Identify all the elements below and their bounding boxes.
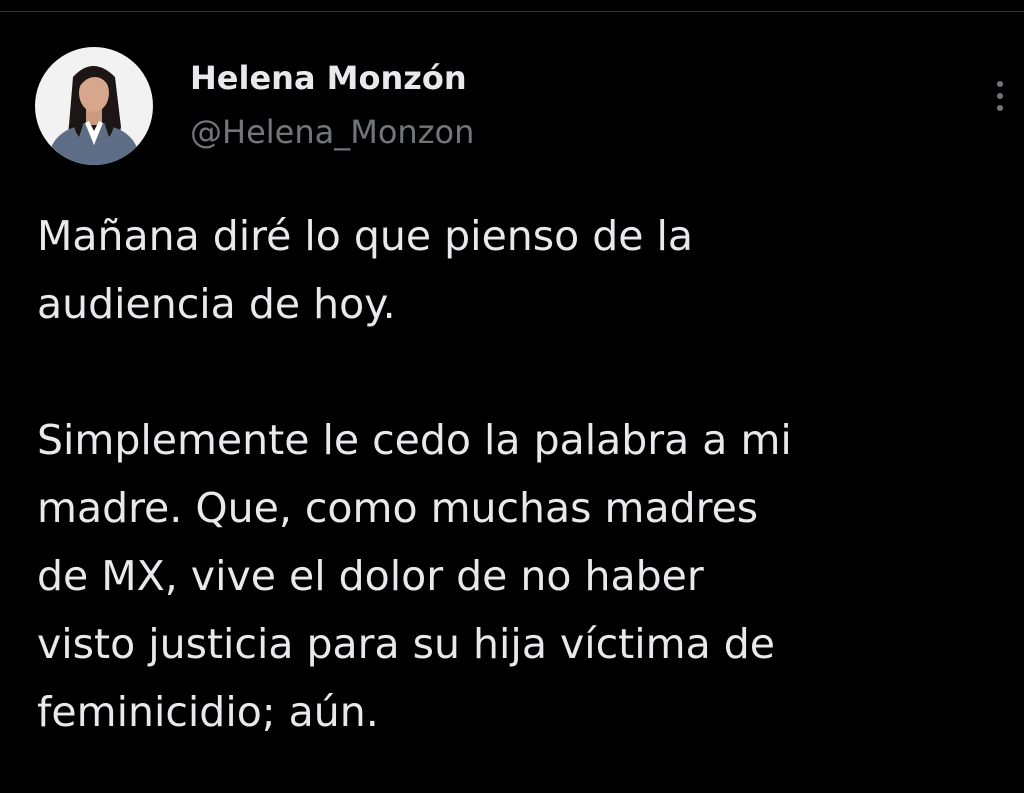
tweet-text-line: audiencia de hoy. — [37, 280, 396, 328]
more-options-button[interactable] — [984, 72, 1016, 120]
author-display-name[interactable]: Helena Monzón — [190, 58, 474, 98]
tweet-text: Mañana diré lo que pienso de la audienci… — [37, 202, 997, 746]
paragraph-break — [37, 338, 997, 406]
tweet: Helena Monzón @Helena_Monzon Mañana diré… — [0, 0, 1024, 793]
tweet-text-line: Mañana diré lo que pienso de la — [37, 212, 694, 260]
author-avatar[interactable] — [35, 47, 153, 165]
tweet-text-line: Simplemente le cedo la palabra a mi — [37, 416, 792, 464]
more-vertical-icon-dot — [997, 105, 1003, 111]
avatar-photo — [35, 47, 153, 165]
tweet-text-line: madre. Que, como muchas madres — [37, 484, 759, 532]
author-handle[interactable]: @Helena_Monzon — [190, 112, 474, 152]
tweet-text-line: visto justicia para su hija víctima de — [37, 620, 775, 668]
author-info: Helena Monzón @Helena_Monzon — [190, 58, 474, 152]
more-vertical-icon-dot — [997, 93, 1003, 99]
tweet-text-line: de MX, vive el dolor de no haber — [37, 552, 704, 600]
more-vertical-icon — [997, 81, 1003, 87]
tweet-text-line: feminicidio; aún. — [37, 688, 379, 736]
